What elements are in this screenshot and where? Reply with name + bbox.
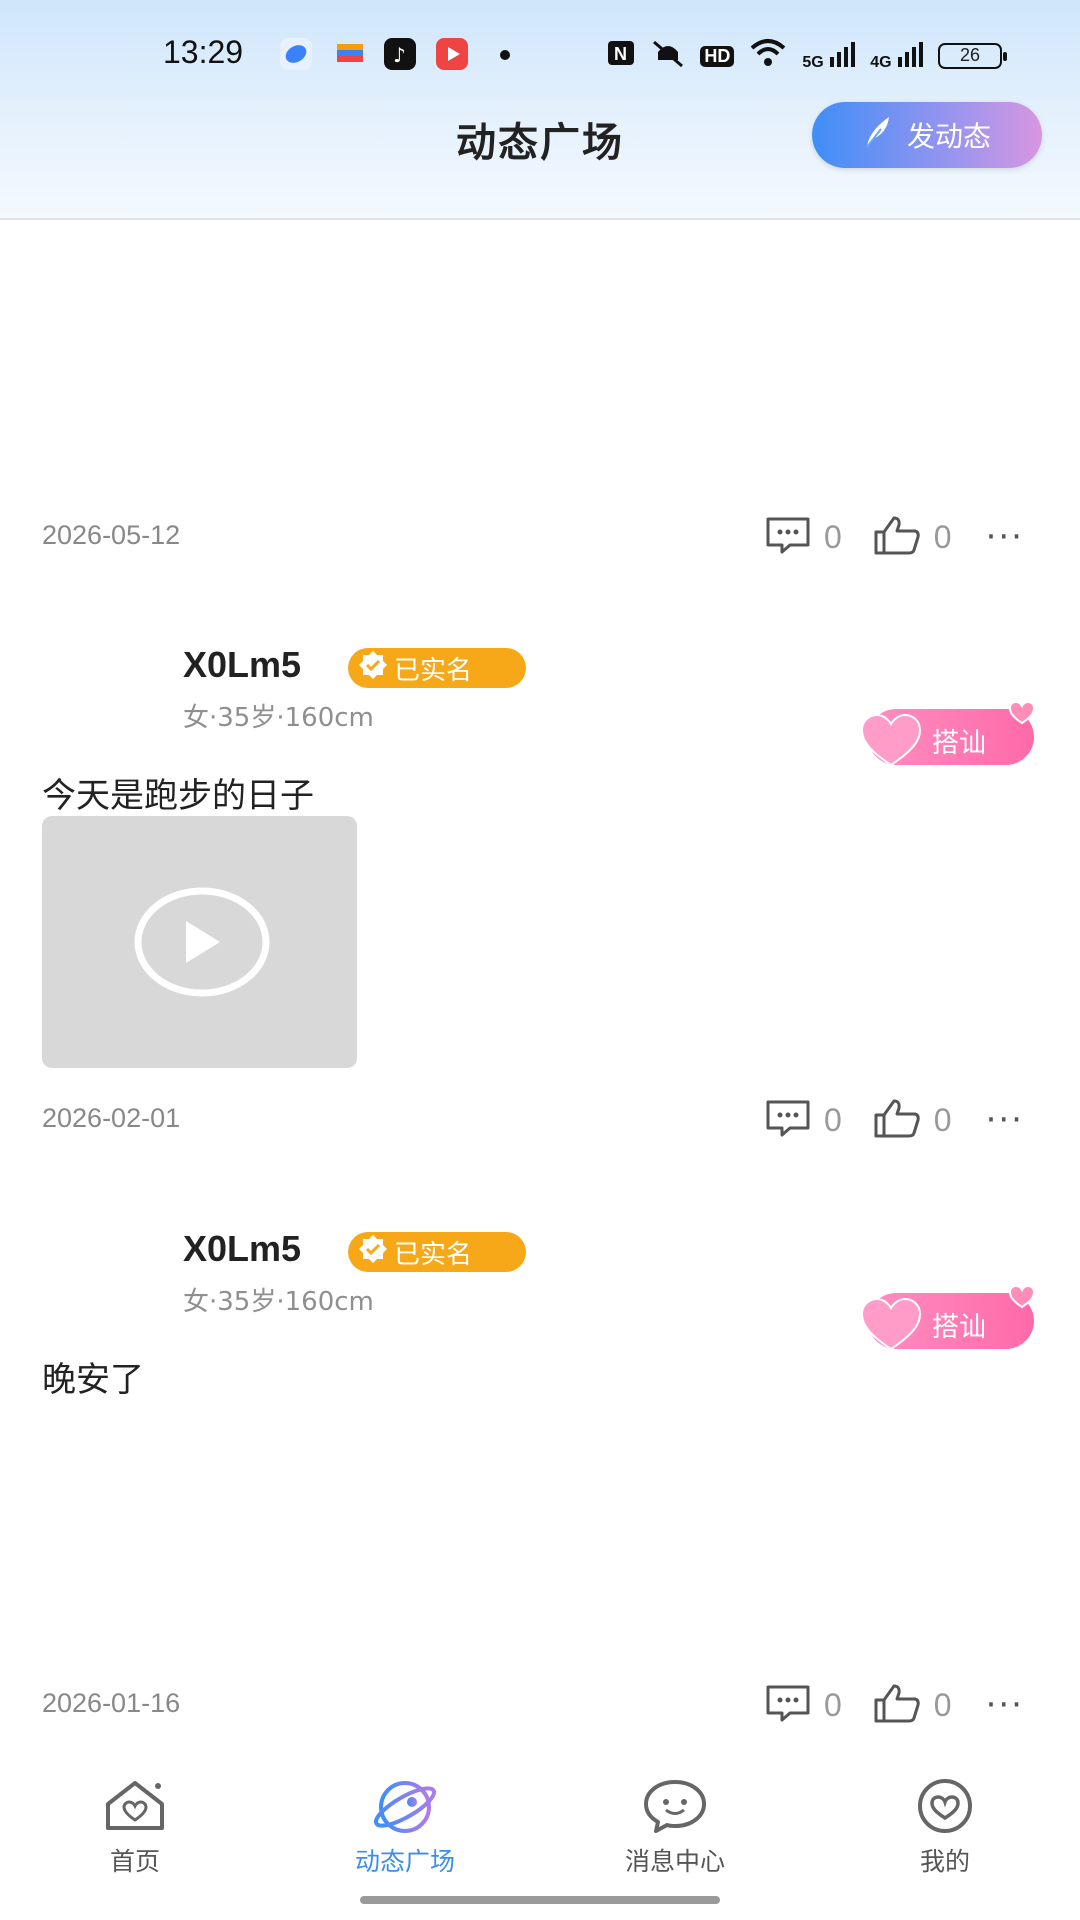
signal-5g-icon: 5G [802,41,856,72]
more-icon[interactable]: ··· [986,1688,1024,1722]
app-icon-browser [280,38,312,70]
signal-4g-label: 4G [870,53,892,71]
post-username[interactable]: X0Lm5 [183,1228,301,1270]
post-moment-label: 发动态 [906,120,991,153]
tab-home-label: 首页 [109,1847,160,1876]
heart-profile-icon [845,1778,1045,1838]
post-actions: 0 0 ··· [764,1680,1024,1730]
video-thumbnail[interactable] [42,816,357,1068]
chat-bubble-icon [575,1778,775,1838]
home-icon [35,1778,235,1838]
like-icon[interactable] [872,1682,922,1728]
like-icon[interactable] [872,514,922,560]
tab-home[interactable]: 首页 [35,1778,235,1878]
tab-me-label: 我的 [919,1847,970,1876]
tab-square[interactable]: 动态广场 [305,1778,505,1878]
post-date: 2026-02-01 [42,1103,181,1133]
comment-icon[interactable] [764,1683,812,1727]
tab-messages-label: 消息中心 [624,1847,725,1876]
chat-up-button[interactable]: 搭讪 [860,700,1036,767]
tab-messages[interactable]: 消息中心 [575,1778,775,1878]
verified-badge: 已实名 [348,648,526,688]
verified-label: 已实名 [394,655,473,686]
like-count: 0 [933,1101,952,1138]
notification-dot [500,50,510,60]
planet-icon [305,1778,505,1838]
comment-icon[interactable] [764,1098,812,1142]
verified-check-icon [358,1234,388,1271]
wifi-icon [748,38,788,75]
status-time: 13:29 [163,34,244,70]
hd-icon: HD [700,45,735,67]
signal-5g-label: 5G [802,53,824,71]
comment-count: 0 [823,1101,842,1138]
comment-icon[interactable] [764,515,812,559]
heart-icon [860,713,922,774]
like-icon[interactable] [872,1097,922,1143]
comment-count: 0 [823,1686,842,1723]
post-date: 2026-05-12 [42,520,181,550]
user-info: 女·35岁·160cm [183,1287,374,1317]
chat-up-button[interactable]: 搭讪 [860,1284,1036,1351]
tab-me[interactable]: 我的 [845,1778,1045,1878]
post-meta: 2026-05-12 0 0 ··· [42,516,1042,560]
play-icon [134,887,270,1001]
chat-up-label: 搭讪 [932,1312,986,1343]
status-icons: N HD 5G 4G 26 [606,36,1007,76]
post-moment-button[interactable]: 发动态 [812,102,1042,168]
home-indicator[interactable] [360,1896,720,1904]
post-date: 2026-01-16 [42,1688,181,1718]
post-text: 今天是跑步的日子 [42,776,314,816]
battery-indicator: 26 [938,43,1007,69]
more-icon[interactable]: ··· [986,520,1024,554]
like-count: 0 [933,518,952,555]
more-icon[interactable]: ··· [986,1103,1024,1137]
tab-square-label: 动态广场 [354,1847,455,1876]
comment-count: 0 [823,518,842,555]
post-meta: 2026-01-16 0 0 ··· [42,1684,1042,1728]
like-count: 0 [933,1686,952,1723]
post-actions: 0 0 ··· [764,1095,1024,1145]
small-heart-icon [1008,1284,1036,1316]
post-text: 晚安了 [42,1360,144,1400]
nfc-icon: N [606,39,636,74]
verified-label: 已实名 [394,1239,473,1270]
small-heart-icon [1008,700,1036,732]
svg-text:♪: ♪ [393,43,406,67]
mute-icon [650,38,686,75]
app-icon-video [436,38,468,70]
app-icon-tiktok: ♪ [384,38,416,70]
user-info: 女·35岁·160cm [183,703,374,733]
verified-badge: 已实名 [348,1232,526,1272]
status-bar: 13:29 ♪ N HD 5G 4G 26 [0,30,1080,80]
post-username[interactable]: X0Lm5 [183,644,301,686]
post-meta: 2026-02-01 0 0 ··· [42,1099,1042,1143]
chat-up-label: 搭讪 [932,728,986,759]
heart-icon [860,1297,922,1358]
app-icon-wallet [334,38,366,70]
header: 13:29 ♪ N HD 5G 4G 26 动态广场 发动态 [0,0,1080,220]
feather-icon [863,115,893,156]
svg-text:N: N [614,44,627,64]
signal-4g-icon: 4G [870,41,924,72]
verified-check-icon [358,650,388,687]
post-actions: 0 0 ··· [764,512,1024,562]
